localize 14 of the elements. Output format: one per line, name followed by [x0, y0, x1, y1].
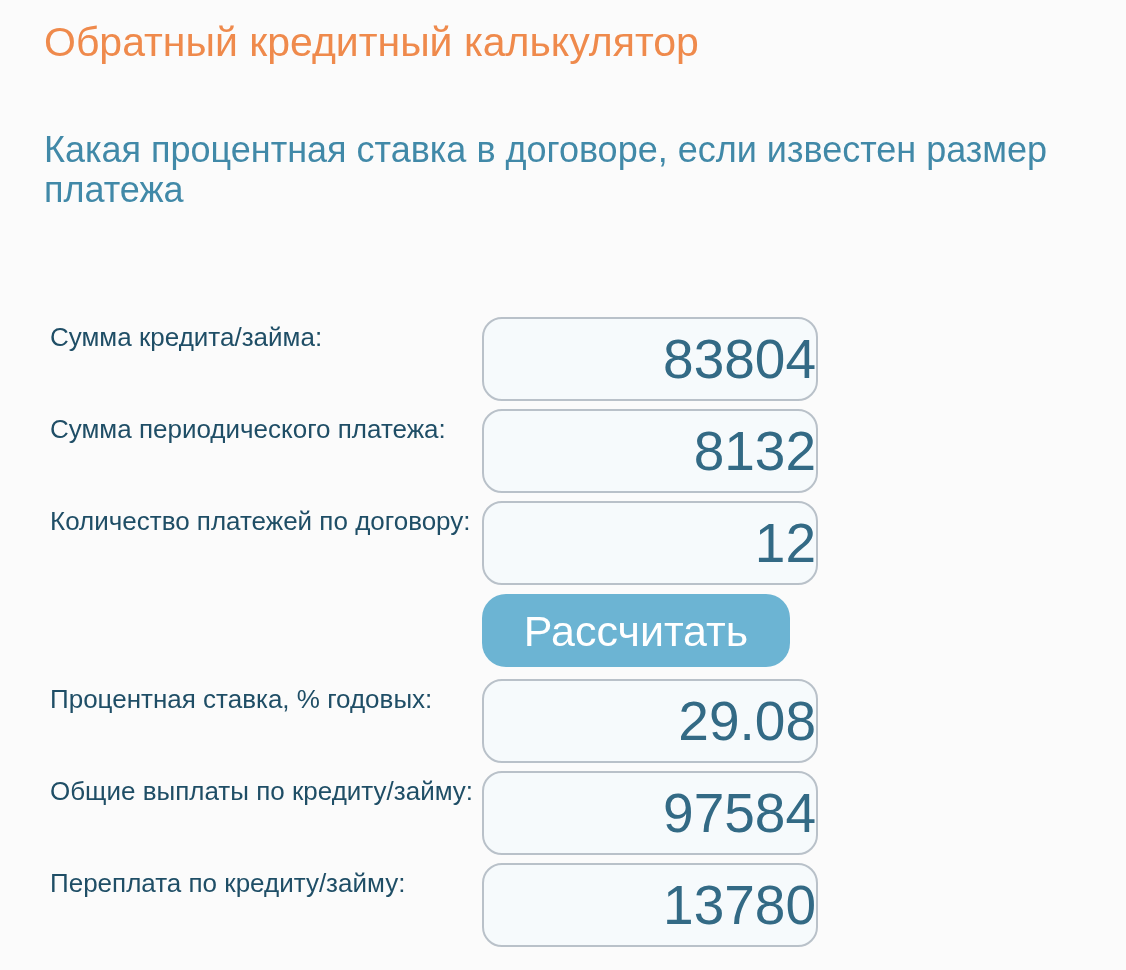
field-label: Процентная ставка, % годовых: — [49, 683, 434, 714]
field-label: Количество платежей по договору: — [49, 505, 472, 536]
input-field[interactable]: 8132 — [482, 409, 818, 493]
field-label: Сумма кредита/займа: — [49, 321, 324, 352]
result-field[interactable]: 13780 — [482, 863, 818, 947]
field-label: Сумма периодического платежа: — [49, 413, 447, 444]
input-field[interactable]: 12 — [482, 501, 818, 585]
field-label: Общие выплаты по кредиту/займу: — [49, 775, 475, 806]
input-field[interactable]: 83804 — [482, 317, 818, 401]
field-label: Переплата по кредиту/займу: — [49, 867, 407, 898]
result-field[interactable]: 97584 — [482, 771, 818, 855]
result-field[interactable]: 29.08 — [482, 679, 818, 763]
page-subtitle: Какая процентная ставка в договоре, если известен размер платежа — [44, 130, 1049, 210]
page-title: Обратный кредитный калькулятор — [44, 19, 700, 65]
